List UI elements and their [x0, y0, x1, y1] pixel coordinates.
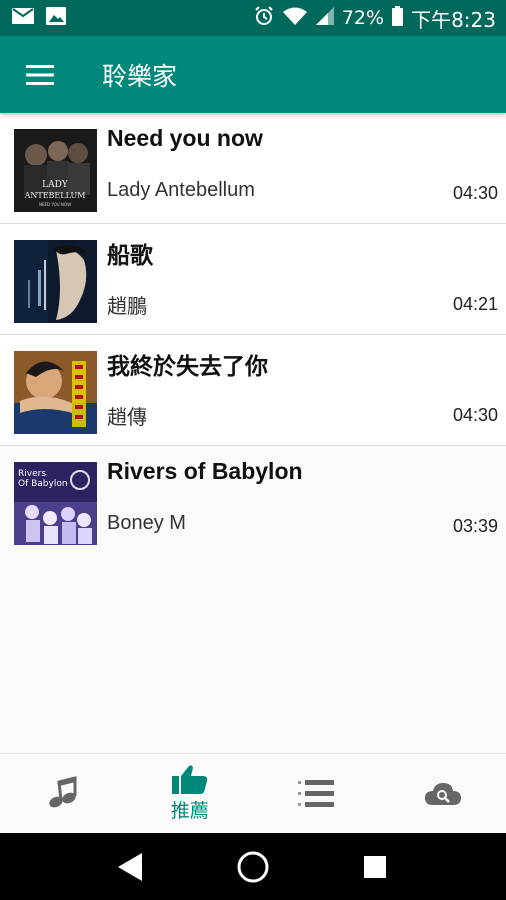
- svg-text:ANTEBELLUM: ANTEBELLUM: [24, 191, 86, 200]
- system-nav-bar: [0, 833, 506, 900]
- song-item[interactable]: 我終於失去了你 趙傳 04:30: [0, 335, 506, 446]
- back-triangle-icon: [118, 852, 142, 881]
- album-cover: [14, 351, 97, 434]
- song-duration: 04:30: [452, 405, 498, 425]
- song-duration: 04:21: [452, 294, 498, 314]
- song-duration: 04:30: [452, 183, 498, 203]
- svg-text:Of Babylon: Of Babylon: [18, 479, 68, 489]
- song-list: LADY ANTEBELLUM NEED YOU NOW Need you no…: [0, 113, 506, 557]
- bottom-nav: 推薦: [0, 753, 506, 833]
- thumbs-up-icon: [171, 765, 207, 794]
- recents-button[interactable]: [350, 842, 400, 892]
- status-bar: 72% 下午8:23: [0, 0, 506, 36]
- song-title: 我終於失去了你: [107, 354, 268, 380]
- song-item[interactable]: LADY ANTEBELLUM NEED YOU NOW Need you no…: [0, 113, 506, 224]
- recents-square-icon: [364, 855, 386, 878]
- song-title: 船歌: [107, 243, 153, 269]
- song-artist: 趙鵬: [107, 296, 147, 318]
- alarm-icon: [254, 5, 274, 31]
- signal-icon: [315, 6, 334, 30]
- song-item[interactable]: 船歌 趙鵬 04:21: [0, 224, 506, 335]
- album-cover: [14, 240, 97, 323]
- song-artist: Boney M: [107, 512, 186, 534]
- app-bar: 聆樂家: [0, 36, 506, 113]
- album-cover: LADY ANTEBELLUM NEED YOU NOW: [14, 129, 97, 212]
- nav-playlist[interactable]: [266, 754, 366, 834]
- notification-icons: [12, 7, 66, 29]
- system-status: 72% 下午8:23: [254, 4, 496, 33]
- back-button[interactable]: [106, 842, 156, 892]
- svg-text:NEED YOU NOW: NEED YOU NOW: [39, 202, 71, 207]
- home-circle-icon: [237, 851, 269, 882]
- hamburger-menu-icon: [26, 64, 54, 85]
- song-title: Need you now: [107, 125, 263, 151]
- song-title: Rivers of Babylon: [107, 458, 303, 484]
- svg-text:Rivers: Rivers: [18, 469, 46, 479]
- nav-recommend[interactable]: 推薦: [140, 754, 240, 834]
- battery-icon: [392, 5, 404, 31]
- nav-recommend-label: 推薦: [170, 800, 209, 822]
- battery-percent: 72%: [341, 7, 385, 29]
- song-artist: 趙傳: [107, 407, 147, 429]
- album-cover: Rivers Of Babylon: [14, 462, 97, 545]
- nav-music[interactable]: [13, 754, 113, 834]
- list-icon: [298, 779, 335, 807]
- song-artist: Lady Antebellum: [107, 179, 255, 201]
- music-note-icon: [49, 775, 77, 807]
- cloud-search-icon: [424, 782, 461, 805]
- svg-text:LADY: LADY: [42, 180, 69, 190]
- song-duration: 03:39: [452, 516, 498, 536]
- nav-cloud-search[interactable]: [393, 754, 493, 834]
- wifi-icon: [282, 6, 308, 31]
- home-button[interactable]: [228, 842, 278, 892]
- menu-button[interactable]: [10, 45, 70, 105]
- image-icon: [46, 7, 66, 29]
- clock: 下午8:23: [411, 7, 496, 32]
- app-title: 聆樂家: [102, 61, 178, 91]
- song-item[interactable]: Rivers Of Babylon Rivers of Babylon Bone…: [0, 446, 506, 557]
- mail-icon: [12, 8, 34, 28]
